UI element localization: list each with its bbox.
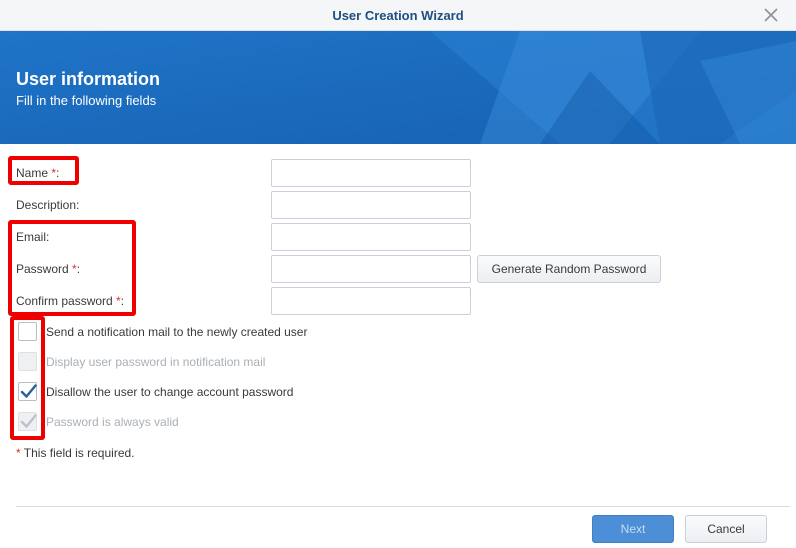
next-button[interactable]: Next (592, 515, 674, 543)
window-titlebar: User Creation Wizard (0, 0, 796, 31)
description-field[interactable] (271, 191, 471, 219)
password-always-valid-label: Password is always valid (46, 415, 179, 429)
page-title: User information (16, 69, 161, 89)
notification-mail-label: Send a notification mail to the newly cr… (46, 325, 308, 339)
password-field[interactable] (271, 255, 471, 283)
description-label: Description: (16, 198, 80, 212)
window-title: User Creation Wizard (332, 8, 464, 23)
name-label-highlight (8, 156, 79, 185)
name-field[interactable] (271, 159, 471, 187)
disallow-password-change-label: Disallow the user to change account pass… (46, 385, 294, 399)
footer-divider (16, 506, 790, 507)
email-password-labels-highlight (8, 220, 136, 316)
email-field[interactable] (271, 223, 471, 251)
close-icon[interactable] (764, 8, 778, 22)
page-subtitle: Fill in the following fields (16, 93, 157, 108)
display-password-label: Display user password in notification ma… (46, 355, 266, 369)
generate-random-password-button[interactable]: Generate Random Password (477, 255, 661, 283)
confirm-password-field[interactable] (271, 287, 471, 315)
cancel-button[interactable]: Cancel (685, 515, 767, 543)
required-field-note: * This field is required. (16, 446, 135, 460)
header-banner: User information Fill in the following f… (0, 31, 796, 144)
checkboxes-highlight (10, 316, 45, 440)
